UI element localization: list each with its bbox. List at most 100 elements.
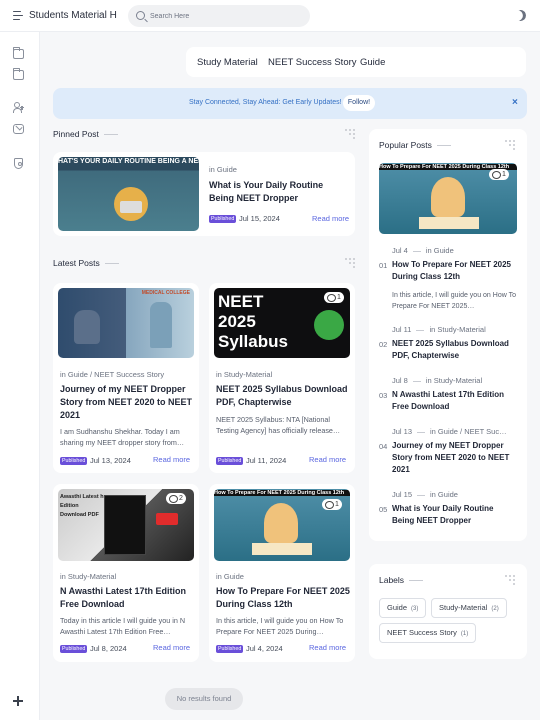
popular-item-title[interactable]: What is Your Daily Routine Being NEET Dr… — [392, 503, 516, 527]
no-results-toast: No results found — [165, 688, 243, 710]
label-chip-guide[interactable]: Guide (3) — [379, 598, 427, 618]
published-badge: Published — [209, 215, 237, 223]
popular-item-number: 05 — [379, 505, 388, 514]
top-header: Students Material Hub — [0, 0, 540, 32]
popular-posts-widget: Popular Posts How To Prepare For NEET 20… — [369, 129, 527, 541]
thumbnail-caption: NEET 2025 Syllabus — [218, 292, 288, 351]
section-title-latest: Latest Posts — [53, 258, 119, 268]
label-chip-neet-success-story[interactable]: NEET Success Story (1) — [379, 623, 477, 643]
post-title[interactable]: How To Prepare For NEET 2025 During Clas… — [216, 585, 350, 611]
popular-item-meta: Jul 11 in Study-Material — [392, 325, 486, 334]
illustration-laptop — [120, 201, 142, 213]
post-thumbnail[interactable]: NEET 2025 Syllabus 1 — [214, 288, 350, 358]
label-chip-study-material[interactable]: Study-Material (2) — [431, 598, 507, 618]
folder-icon[interactable] — [13, 68, 24, 80]
search-bar[interactable] — [128, 5, 310, 27]
post-excerpt: In this article, I will guide you on How… — [216, 616, 344, 636]
post-card[interactable]: How To Prepare For NEET 2025 During Clas… — [209, 484, 355, 662]
nav-link-neet-success-story[interactable]: NEET Success Story — [268, 57, 357, 68]
popular-item-title[interactable]: How To Prepare For NEET 2025 During Clas… — [392, 259, 516, 283]
post-excerpt: NEET 2025 Syllabus: NTA [National Testin… — [216, 415, 341, 435]
post-card[interactable]: NEET 2025 Syllabus 1 in Study-Material N… — [209, 283, 355, 473]
follow-button[interactable]: Follow! — [343, 95, 375, 111]
read-more-link[interactable]: Read more — [312, 214, 349, 223]
site-title[interactable]: Students Material Hub — [29, 10, 117, 21]
read-more-link[interactable]: Read more — [153, 455, 190, 464]
popular-item-title[interactable]: N Awasthi Latest 17th Edition Free Downl… — [392, 389, 516, 413]
post-title[interactable]: NEET 2025 Syllabus Download PDF, Chapter… — [216, 383, 350, 409]
published-badge: Published — [216, 645, 244, 653]
post-category[interactable]: in Guide / NEET Success Story — [60, 370, 164, 379]
popular-item-meta: Jul 4 in Guide — [392, 246, 454, 255]
post-thumbnail[interactable]: MEDICAL COLLEGE — [58, 288, 194, 358]
post-category[interactable]: in Guide — [209, 165, 237, 174]
popular-item-number: 02 — [379, 340, 388, 349]
published-badge: Published — [60, 457, 88, 465]
popular-thumbnail[interactable]: How To Prepare For NEET 2025 During Clas… — [379, 163, 517, 234]
illustration-student — [431, 177, 465, 217]
post-category[interactable]: in Study-Material — [216, 370, 272, 379]
read-more-link[interactable]: Read more — [153, 643, 190, 652]
popular-item-title[interactable]: Journey of my NEET Dropper Story from NE… — [392, 440, 516, 476]
popular-item-title[interactable]: NEET 2025 Syllabus Download PDF, Chapter… — [392, 338, 516, 362]
post-date: Jul 11, 2024 — [246, 456, 287, 465]
grid-dots-icon — [505, 575, 515, 585]
comment-count[interactable]: 1 — [322, 499, 342, 510]
grid-dots-icon — [345, 129, 355, 139]
post-excerpt: Today in this article I will guide you i… — [60, 616, 186, 636]
sidebar — [0, 32, 40, 720]
folder-icon[interactable] — [13, 47, 24, 59]
popular-item-excerpt: In this article, I will guide you on How… — [392, 292, 516, 310]
close-icon[interactable]: × — [512, 97, 518, 108]
published-badge: Published — [60, 645, 88, 653]
post-thumbnail[interactable]: How To Prepare For NEET 2025 During Clas… — [214, 489, 350, 561]
post-card[interactable]: MEDICAL COLLEGE in Guide / NEET Success … — [53, 283, 199, 473]
section-title-pinned: Pinned Post — [53, 129, 118, 139]
dark-mode-toggle-icon[interactable] — [513, 8, 527, 22]
comment-count[interactable]: 1 — [489, 169, 509, 180]
thumbnail-caption: MEDICAL COLLEGE — [141, 290, 190, 296]
popular-item-number: 03 — [379, 391, 388, 400]
post-date: Jul 15, 2024 — [239, 214, 280, 223]
comment-count[interactable]: 1 — [324, 292, 344, 303]
popular-item-meta: Jul 13 in Guide / NEET Suc… — [392, 427, 507, 436]
mail-icon[interactable] — [13, 124, 24, 134]
grid-dots-icon — [505, 140, 515, 150]
post-title[interactable]: Journey of my NEET Dropper Story from NE… — [60, 383, 194, 422]
illustration-student — [264, 503, 298, 543]
pdf-icon — [156, 513, 178, 525]
menu-icon[interactable] — [13, 11, 23, 20]
post-title[interactable]: What is Your Daily Routine Being NEET Dr… — [209, 179, 349, 205]
post-date: Jul 8, 2024 — [90, 644, 127, 653]
illustration-student — [150, 302, 172, 348]
thumbnail-caption: Awasthi Latest h Edition Download PDF — [60, 494, 104, 518]
book-cover — [104, 495, 146, 555]
published-badge: Published — [216, 457, 244, 465]
add-icon[interactable] — [13, 696, 23, 706]
popular-item-meta: Jul 8 in Study-Material — [392, 376, 483, 385]
post-title[interactable]: N Awasthi Latest 17th Edition Free Downl… — [60, 585, 194, 611]
search-input[interactable] — [150, 8, 300, 24]
illustration-book — [252, 543, 312, 555]
labels-widget: Labels Guide (3) Study-Material (2) NEET S… — [369, 564, 527, 659]
popular-item-number: 01 — [379, 261, 388, 270]
users-icon[interactable] — [13, 102, 24, 113]
post-category[interactable]: in Guide — [216, 572, 244, 581]
check-badge-icon — [314, 310, 344, 340]
notice-text: Stay Connected, Stay Ahead: Get Early Up… — [189, 99, 342, 106]
post-date: Jul 13, 2024 — [90, 456, 131, 465]
read-more-link[interactable]: Read more — [309, 455, 346, 464]
comment-count[interactable]: 2 — [166, 493, 186, 504]
search-icon — [136, 11, 145, 20]
read-more-link[interactable]: Read more — [309, 643, 346, 652]
pinned-post-card[interactable]: HAT'S YOUR DAILY ROUTINE BEING A NEET DR… — [53, 152, 355, 236]
nav-link-study-material[interactable]: Study Material — [197, 57, 258, 68]
post-thumbnail[interactable]: Awasthi Latest h Edition Download PDF 2 — [58, 489, 194, 561]
shield-icon[interactable] — [14, 158, 23, 169]
post-card[interactable]: Awasthi Latest h Edition Download PDF 2 … — [53, 484, 199, 662]
nav-link-guide[interactable]: Guide — [360, 57, 385, 68]
illustration-student — [74, 310, 100, 344]
thumbnail-caption: How To Prepare For NEET 2025 During Clas… — [214, 490, 350, 496]
post-category[interactable]: in Study-Material — [60, 572, 116, 581]
post-thumbnail[interactable]: HAT'S YOUR DAILY ROUTINE BEING A NEET DR… — [58, 157, 199, 231]
